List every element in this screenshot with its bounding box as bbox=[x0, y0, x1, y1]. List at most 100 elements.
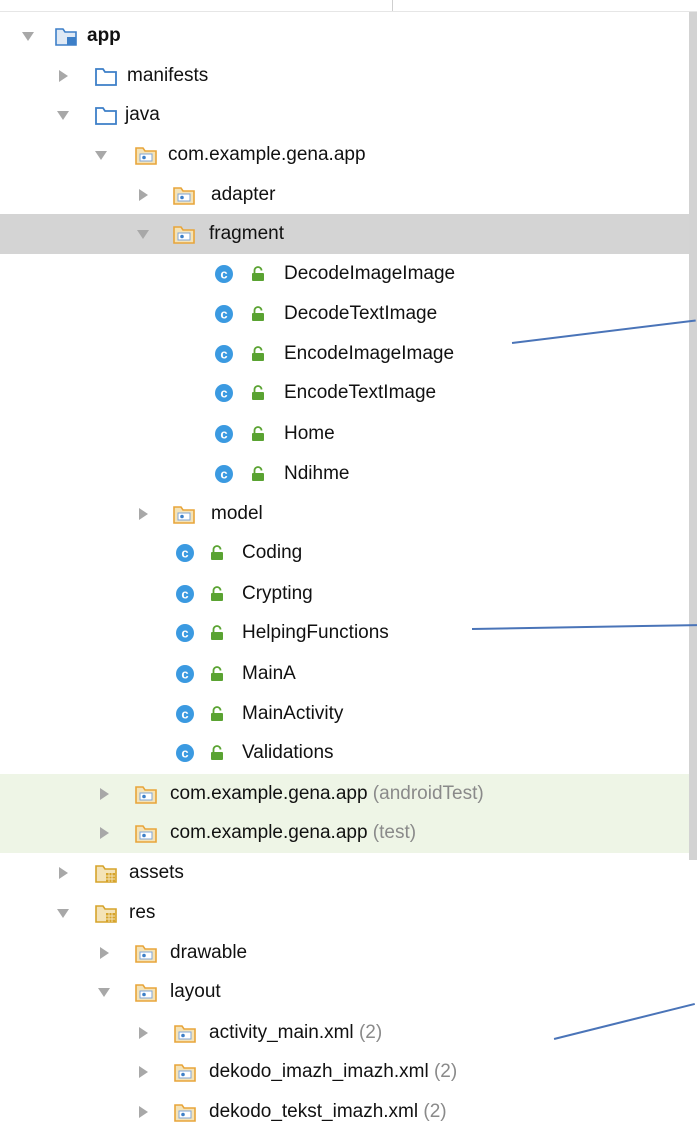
tree-node-layout-file[interactable]: activity_main.xml (2) bbox=[0, 1013, 689, 1053]
collapsed-arrow-icon[interactable] bbox=[135, 187, 151, 203]
node-label: layout bbox=[170, 981, 221, 1002]
tree-node-adapter[interactable]: adapter bbox=[0, 175, 689, 215]
node-label: EncodeTextImage bbox=[284, 382, 437, 403]
source-set-suffix: (test) bbox=[372, 822, 417, 843]
node-label: dekodo_imazh_imazh.xml (2) bbox=[209, 1061, 457, 1083]
toolwindow-header bbox=[0, 0, 697, 12]
lock-icon bbox=[210, 706, 224, 722]
tree-node-package-android-test[interactable]: com.example.gena.app (androidTest) bbox=[0, 774, 689, 814]
node-label: HelpingFunctions bbox=[242, 622, 389, 643]
lock-icon bbox=[210, 545, 224, 561]
expanded-arrow-icon[interactable] bbox=[135, 226, 151, 242]
node-label: dekodo_tekst_imazh.xml (2) bbox=[209, 1101, 447, 1123]
class-icon bbox=[214, 344, 234, 364]
vertical-scrollbar[interactable] bbox=[689, 12, 697, 860]
node-label: res bbox=[129, 902, 156, 923]
collapsed-arrow-icon[interactable] bbox=[55, 68, 71, 84]
node-label: com.example.gena.app bbox=[168, 144, 366, 165]
file-name: dekodo_imazh_imazh.xml bbox=[209, 1061, 429, 1082]
tree-node-package-test[interactable]: com.example.gena.app (test) bbox=[0, 813, 689, 853]
class-icon bbox=[214, 264, 234, 284]
node-label: Ndihme bbox=[284, 463, 350, 484]
package-icon bbox=[174, 1062, 196, 1082]
node-label: manifests bbox=[127, 65, 209, 86]
tree-node-assets[interactable]: assets bbox=[0, 853, 689, 893]
node-label: assets bbox=[129, 862, 184, 883]
tree-node-class[interactable]: DecodeTextImage bbox=[0, 294, 689, 334]
node-label: com.example.gena.app (test) bbox=[170, 822, 416, 844]
tree-node-class[interactable]: Validations bbox=[0, 733, 689, 773]
tree-node-layout-file[interactable]: dekodo_imazh_imazh.xml (2) bbox=[0, 1052, 689, 1092]
tree-node-class[interactable]: Crypting bbox=[0, 574, 689, 614]
tree-node-model[interactable]: model bbox=[0, 494, 689, 534]
file-count: (2) bbox=[433, 1061, 458, 1082]
tree-node-class[interactable]: EncodeTextImage bbox=[0, 373, 689, 413]
collapsed-arrow-icon[interactable] bbox=[96, 945, 112, 961]
lock-icon bbox=[210, 745, 224, 761]
folder-icon bbox=[95, 105, 117, 125]
tree-node-res[interactable]: res bbox=[0, 893, 689, 933]
file-count: (2) bbox=[358, 1022, 383, 1043]
tree-node-class[interactable]: Home bbox=[0, 414, 689, 454]
tree-node-fragment[interactable]: fragment bbox=[0, 214, 689, 254]
lock-icon bbox=[251, 266, 265, 282]
package-name: com.example.gena.app bbox=[170, 822, 368, 843]
class-icon bbox=[214, 304, 234, 324]
class-icon bbox=[175, 543, 195, 563]
expanded-arrow-icon[interactable] bbox=[55, 905, 71, 921]
tree-node-class[interactable]: Ndihme bbox=[0, 454, 689, 494]
tree-node-class[interactable]: Coding bbox=[0, 533, 689, 573]
source-set-suffix: (androidTest) bbox=[372, 783, 484, 804]
node-label: MainActivity bbox=[242, 703, 344, 724]
tree-node-layout[interactable]: layout bbox=[0, 972, 689, 1012]
node-label: app bbox=[87, 25, 121, 46]
collapsed-arrow-icon[interactable] bbox=[96, 825, 112, 841]
class-icon bbox=[214, 383, 234, 403]
expanded-arrow-icon[interactable] bbox=[55, 107, 71, 123]
tree-node-class[interactable]: EncodeImageImage bbox=[0, 334, 689, 374]
tree-node-java[interactable]: java bbox=[0, 95, 689, 135]
tree-node-class[interactable]: MainActivity bbox=[0, 694, 689, 734]
tree-node-package-main[interactable]: com.example.gena.app bbox=[0, 135, 689, 175]
collapsed-arrow-icon[interactable] bbox=[96, 786, 112, 802]
node-label: com.example.gena.app (androidTest) bbox=[170, 783, 484, 805]
module-folder-icon bbox=[55, 26, 77, 46]
tree-node-class[interactable]: HelpingFunctions bbox=[0, 613, 689, 653]
expanded-arrow-icon[interactable] bbox=[20, 28, 36, 44]
file-name: activity_main.xml bbox=[209, 1022, 354, 1043]
class-icon bbox=[175, 743, 195, 763]
lock-icon bbox=[251, 346, 265, 362]
lock-icon bbox=[210, 586, 224, 602]
node-label: fragment bbox=[209, 223, 284, 244]
node-label: Crypting bbox=[242, 583, 313, 604]
tree-node-class[interactable]: MainA bbox=[0, 654, 689, 694]
node-label: EncodeImageImage bbox=[284, 343, 455, 364]
tree-node-layout-file[interactable]: dekodo_tekst_imazh.xml (2) bbox=[0, 1092, 689, 1132]
tree-node-drawable[interactable]: drawable bbox=[0, 933, 689, 973]
node-label: Coding bbox=[242, 542, 303, 563]
tree-node-class[interactable]: DecodeImageImage bbox=[0, 254, 689, 294]
package-icon bbox=[135, 145, 157, 165]
package-icon bbox=[135, 823, 157, 843]
tree-node-app[interactable]: app bbox=[0, 16, 689, 56]
lock-icon bbox=[251, 466, 265, 482]
lock-icon bbox=[210, 666, 224, 682]
class-icon bbox=[175, 664, 195, 684]
package-icon bbox=[135, 982, 157, 1002]
tree-node-manifests[interactable]: manifests bbox=[0, 56, 689, 96]
expanded-arrow-icon[interactable] bbox=[93, 147, 109, 163]
collapsed-arrow-icon[interactable] bbox=[55, 865, 71, 881]
class-icon bbox=[175, 704, 195, 724]
node-label: java bbox=[125, 104, 160, 125]
collapsed-arrow-icon[interactable] bbox=[135, 1025, 151, 1041]
collapsed-arrow-icon[interactable] bbox=[135, 506, 151, 522]
folder-icon bbox=[95, 66, 117, 86]
expanded-arrow-icon[interactable] bbox=[96, 984, 112, 1000]
collapsed-arrow-icon[interactable] bbox=[135, 1104, 151, 1120]
collapsed-arrow-icon[interactable] bbox=[135, 1064, 151, 1080]
package-name: com.example.gena.app bbox=[170, 783, 368, 804]
header-shadow bbox=[0, 11, 697, 12]
lock-icon bbox=[251, 426, 265, 442]
package-icon bbox=[135, 784, 157, 804]
node-label: activity_main.xml (2) bbox=[209, 1022, 382, 1044]
